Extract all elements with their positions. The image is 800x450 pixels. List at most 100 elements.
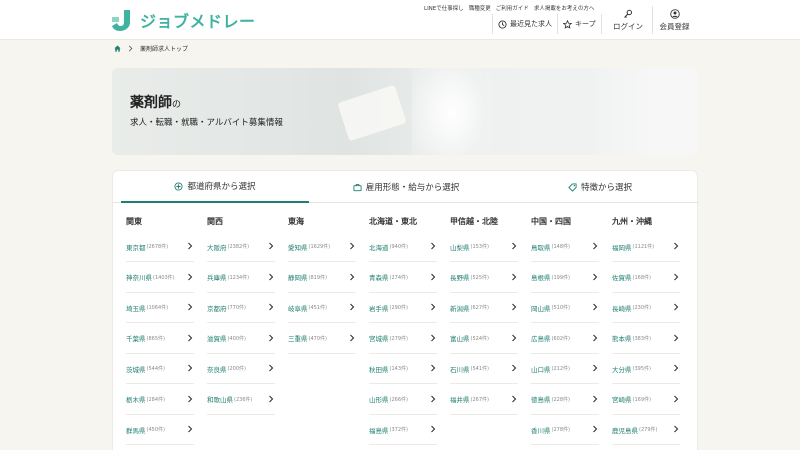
prefecture-link[interactable]: 鹿児島県 (279件) [612, 415, 680, 445]
prefecture-name: 福井県 [450, 396, 470, 404]
prefecture-link[interactable]: 岡山県 (510件) [531, 293, 599, 323]
prefecture-link[interactable]: 東京都 (2678件) [126, 232, 194, 262]
prefecture-link[interactable]: 長崎県 (230件) [612, 293, 680, 323]
prefecture-name: 山梨県 [450, 243, 470, 252]
util-link-employers[interactable]: 求人掲載をお考えの方へ [534, 4, 595, 12]
prefecture-link[interactable]: 山口県 (212件) [531, 354, 599, 384]
prefecture-link[interactable]: 和歌山県 (236件) [207, 385, 275, 415]
prefecture-link[interactable]: 神奈川県 (1403件) [126, 263, 194, 293]
chevron-right-icon [674, 334, 679, 341]
recent-jobs-button[interactable]: 最近見た求人 [492, 14, 557, 34]
prefecture-name: 福島県 [369, 426, 389, 435]
chevron-right-icon [350, 273, 355, 280]
prefecture-count: (819件) [308, 274, 327, 281]
prefecture-link[interactable]: 徳島県 (228件) [531, 385, 599, 415]
prefecture-count: (940件) [389, 244, 408, 250]
prefecture-link[interactable]: 京都府 (770件) [207, 293, 275, 323]
prefecture-link[interactable]: 大阪府 (2382件) [207, 232, 275, 262]
chevron-right-icon [512, 395, 517, 402]
prefecture-count: (541件) [470, 366, 489, 372]
prefecture-link[interactable]: 青森県 (274件) [369, 263, 437, 293]
tab-employment-salary[interactable]: 雇用形態・給与から選択 [309, 171, 503, 203]
chevron-right-icon [512, 303, 517, 311]
prefecture-name: 千葉県 [126, 335, 146, 343]
prefecture-name: 三重県 [288, 335, 308, 343]
prefecture-link[interactable]: 長野県 (525件) [450, 263, 518, 293]
prefecture-name: 島根県 [531, 274, 551, 282]
prefecture-name: 岡山県 [531, 304, 551, 313]
prefecture-link[interactable]: 埼玉県 (1064件) [126, 293, 194, 323]
region-heading: 中国・四国 [531, 217, 571, 226]
prefecture-link[interactable]: 鳥取県 (148件) [531, 232, 599, 262]
hero-image-glow [412, 68, 492, 155]
tab-prefecture[interactable]: 都道府県から選択 [121, 171, 309, 203]
breadcrumb: 薬剤師求人トップ [114, 44, 188, 53]
prefecture-link[interactable]: 福井県 (267件) [450, 385, 518, 415]
prefecture-name: 岩手県 [369, 304, 389, 313]
prefecture-count: (267件) [470, 396, 489, 403]
register-label: 会員登録 [659, 21, 690, 31]
chevron-right-icon [269, 395, 274, 402]
tab-features[interactable]: 特徴から選択 [503, 171, 697, 203]
prefecture-link[interactable]: 秋田県 (143件) [369, 354, 437, 384]
chevron-right-icon [593, 273, 598, 280]
prefecture-link[interactable]: 茨城県 (544件) [126, 354, 194, 384]
util-link-guide[interactable]: ご利用ガイド [496, 4, 529, 12]
prefecture-name: 山口県 [531, 365, 551, 374]
prefecture-link[interactable]: 三重県 (470件) [288, 324, 356, 354]
prefecture-count: (627件) [470, 305, 489, 311]
prefecture-count: (274件) [389, 274, 408, 281]
prefecture-link[interactable]: 大分県 (395件) [612, 354, 680, 384]
prefecture-link[interactable]: 兵庫県 (1234件) [207, 263, 275, 293]
prefecture-link[interactable]: 山梨県 (153件) [450, 232, 518, 262]
prefecture-link[interactable]: 石川県 (541件) [450, 354, 518, 384]
prefecture-link[interactable]: 富山県 (524件) [450, 324, 518, 354]
briefcase-icon [353, 183, 362, 191]
prefecture-link[interactable]: 奈良県 (200件) [207, 354, 275, 384]
util-link-change-job[interactable]: 職種変更 [469, 4, 491, 12]
prefecture-count: (770件) [227, 305, 246, 311]
login-label: ログイン [613, 21, 643, 31]
prefecture-link[interactable]: 佐賀県 (168件) [612, 263, 680, 293]
keep-button[interactable]: キープ [557, 14, 602, 34]
region-heading: 北海道・東北 [369, 217, 417, 226]
region-heading: 東海 [288, 217, 304, 226]
keep-label: キープ [575, 20, 596, 28]
prefecture-link[interactable]: 栃木県 (284件) [126, 385, 194, 415]
util-link-line[interactable]: LINEで仕事探し [424, 4, 464, 12]
prefecture-name: 熊本県 [612, 335, 632, 343]
prefecture-link[interactable]: 福岡県 (1121件) [612, 232, 680, 262]
prefecture-link[interactable]: 新潟県 (627件) [450, 293, 518, 323]
prefecture-link[interactable]: 宮崎県 (169件) [612, 385, 680, 415]
prefecture-link[interactable]: 北海道 (940件) [369, 232, 437, 262]
prefecture-link[interactable]: 滋賀県 (400件) [207, 324, 275, 354]
chevron-right-icon [674, 364, 679, 372]
home-icon[interactable] [114, 45, 121, 52]
prefecture-link[interactable]: 香川県 (278件) [531, 415, 599, 445]
prefecture-name: 佐賀県 [612, 274, 632, 282]
prefecture-link[interactable]: 群馬県 (450件) [126, 415, 194, 445]
chevron-right-icon [512, 364, 517, 372]
prefecture-name: 秋田県 [369, 365, 389, 374]
prefecture-link[interactable]: 広島県 (602件) [531, 324, 599, 354]
prefecture-link[interactable]: 千葉県 (865件) [126, 324, 194, 354]
prefecture-link[interactable]: 岩手県 (290件) [369, 293, 437, 323]
prefecture-count: (1064件) [146, 305, 169, 311]
prefecture-link[interactable]: 福島県 (372件) [369, 415, 437, 445]
prefecture-link[interactable]: 静岡県 (819件) [288, 263, 356, 293]
prefecture-link[interactable]: 熊本県 (383件) [612, 324, 680, 354]
prefecture-name: 広島県 [531, 335, 551, 343]
prefecture-link[interactable]: 愛知県 (1629件) [288, 232, 356, 262]
chevron-right-icon [674, 395, 679, 402]
prefecture-link[interactable]: 宮城県 (279件) [369, 324, 437, 354]
prefecture-count: (524件) [470, 335, 489, 342]
prefecture-link[interactable]: 岐阜県 (451件) [288, 293, 356, 323]
prefecture-link[interactable]: 山形県 (266件) [369, 385, 437, 415]
prefecture-link[interactable]: 島根県 (199件) [531, 263, 599, 293]
site-logo[interactable]: ジョブメドレー [110, 8, 256, 32]
chevron-right-icon [188, 303, 193, 311]
login-button[interactable]: ログイン [606, 6, 650, 34]
prefecture-name: 栃木県 [126, 396, 146, 404]
register-button[interactable]: 会員登録 [652, 6, 696, 34]
prefecture-name: 長崎県 [612, 304, 632, 313]
